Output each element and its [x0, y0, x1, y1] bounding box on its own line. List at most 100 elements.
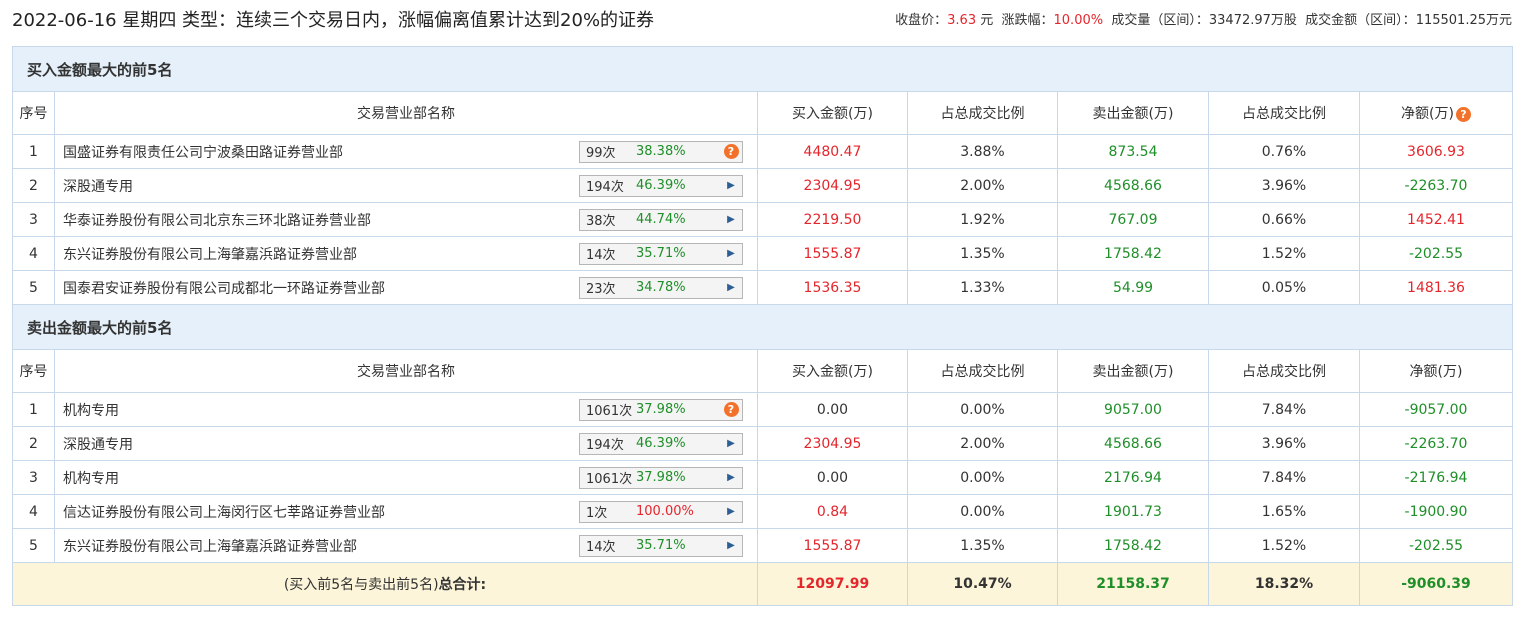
- branch-stats-badge[interactable]: 1061次 37.98% ▶: [579, 466, 743, 489]
- branch-cell-content: 东兴证券股份有限公司上海肇嘉浜路证券营业部 14次 35.71% ▶: [63, 242, 757, 265]
- branch-name[interactable]: 深股通专用: [63, 176, 133, 196]
- branch-cell-content: 华泰证券股份有限公司北京东三环北路证券营业部 38次 44.74% ▶: [63, 208, 757, 231]
- question-icon[interactable]: ?: [1455, 107, 1471, 122]
- table-body: 买入金额最大的前5名 序号 交易营业部名称 买入金额(万) 占总成交比例 卖出金额(万) 占…: [12, 46, 1513, 606]
- total-label-prefix: (买入前5名与卖出前5名): [283, 577, 439, 593]
- amount-value: 115501.25万元: [1415, 13, 1512, 28]
- branch-stats-badge[interactable]: 23次 34.78% ▶: [579, 276, 743, 299]
- buy-amount: 1555.87: [757, 528, 908, 563]
- sell-amount: 4568.66: [1057, 168, 1209, 203]
- table-row: 1 国盛证券有限责任公司宁波桑田路证券营业部 99次 38.38%? 4480.47 3.…: [12, 134, 1513, 169]
- lhb-table: 买入金额最大的前5名 序号 交易营业部名称 买入金额(万) 占总成交比例 卖出金额(万) 占…: [12, 46, 1513, 606]
- section-title-row: 买入金额最大的前5名: [12, 46, 1513, 92]
- column-header-buy-ratio: 占总成交比例: [907, 349, 1058, 393]
- triangle-right-icon[interactable]: ▶: [720, 472, 742, 483]
- volume-label: 成交量（区间）：: [1111, 13, 1209, 28]
- net-amount: -2176.94: [1359, 460, 1513, 495]
- sell-ratio: 1.52%: [1208, 236, 1360, 271]
- branch-stats-badge[interactable]: 14次 35.71% ▶: [579, 534, 743, 557]
- branch-name[interactable]: 东兴证券股份有限公司上海肇嘉浜路证券营业部: [63, 244, 357, 264]
- column-header-row: 序号 交易营业部名称 买入金额(万) 占总成交比例 卖出金额(万) 占总成交比例 净额(万)…: [12, 91, 1513, 135]
- branch-stats-badge[interactable]: 1061次 37.98%?: [579, 398, 743, 421]
- question-icon[interactable]: ?: [723, 402, 739, 417]
- branch-stats-badge[interactable]: 194次 46.39% ▶: [579, 174, 743, 197]
- net-amount: 3606.93: [1359, 134, 1513, 169]
- triangle-right-icon[interactable]: ▶: [720, 540, 742, 551]
- row-seq: 2: [12, 426, 55, 461]
- buy-ratio: 2.00%: [907, 168, 1058, 203]
- triangle-right-icon[interactable]: ▶: [720, 282, 742, 293]
- total-net: -9060.39: [1359, 562, 1513, 606]
- sell-ratio: 1.65%: [1208, 494, 1360, 529]
- total-label-main: 总合计:: [438, 577, 487, 593]
- column-header-seq: 序号: [12, 91, 55, 135]
- win-rate: 37.98%: [636, 402, 686, 417]
- buy-amount: 4480.47: [757, 134, 908, 169]
- buy-amount: 1555.87: [757, 236, 908, 271]
- branch-name[interactable]: 东兴证券股份有限公司上海肇嘉浜路证券营业部: [63, 536, 357, 556]
- volume-value: 33472.97万股: [1208, 13, 1297, 28]
- net-header-label: 净额(万): [1401, 106, 1454, 122]
- section-title: 卖出金额最大的前5名: [12, 304, 1513, 350]
- branch-cell-content: 信达证券股份有限公司上海闵行区七莘路证券营业部 1次 100.00% ▶: [63, 500, 757, 523]
- row-seq: 3: [12, 460, 55, 495]
- net-amount: -202.55: [1359, 236, 1513, 271]
- listing-count: 14次: [586, 540, 616, 555]
- branch-name[interactable]: 国泰君安证券股份有限公司成都北一环路证券营业部: [63, 278, 385, 298]
- column-header-buy: 买入金额(万): [757, 349, 908, 393]
- sell-ratio: 0.66%: [1208, 202, 1360, 237]
- table-row: 5 东兴证券股份有限公司上海肇嘉浜路证券营业部 14次 35.71% ▶ 1555.87 1…: [12, 528, 1513, 563]
- listing-count: 23次: [586, 282, 616, 297]
- help-icon-slot[interactable]: ?: [720, 144, 742, 159]
- buy-amount: 0.00: [757, 392, 908, 427]
- branch-name[interactable]: 机构专用: [63, 468, 119, 488]
- column-header-net: 净额(万)?: [1359, 91, 1513, 135]
- branch-stats-badge[interactable]: 14次 35.71% ▶: [579, 242, 743, 265]
- help-icon-slot[interactable]: ?: [720, 402, 742, 417]
- buy-ratio: 3.88%: [907, 134, 1058, 169]
- row-seq: 1: [12, 392, 55, 427]
- win-rate: 38.38%: [636, 144, 686, 159]
- branch-stats-badge[interactable]: 1次 100.00% ▶: [579, 500, 743, 523]
- row-seq: 5: [12, 528, 55, 563]
- buy-ratio: 0.00%: [907, 392, 1058, 427]
- table-row: 2 深股通专用 194次 46.39% ▶ 2304.95 2.00% 4568.66 3.96…: [12, 426, 1513, 461]
- row-seq: 5: [12, 270, 55, 305]
- table-row: 1 机构专用 1061次 37.98%? 0.00 0.00% 9057.00 7.84% -9…: [12, 392, 1513, 427]
- branch-stats-badge[interactable]: 38次 44.74% ▶: [579, 208, 743, 231]
- section-title: 买入金额最大的前5名: [12, 46, 1513, 92]
- table-row: 5 国泰君安证券股份有限公司成都北一环路证券营业部 23次 34.78% ▶ 1536.3…: [12, 270, 1513, 305]
- total-row: (买入前5名与卖出前5名)总合计: 12097.99 10.47% 21158.37 1…: [12, 562, 1513, 606]
- branch-name[interactable]: 机构专用: [63, 400, 119, 420]
- triangle-right-icon[interactable]: ▶: [720, 214, 742, 225]
- column-header-name: 交易营业部名称: [54, 349, 758, 393]
- branch-stats-badge[interactable]: 194次 46.39% ▶: [579, 432, 743, 455]
- question-icon[interactable]: ?: [723, 144, 739, 159]
- table-row: 2 深股通专用 194次 46.39% ▶ 2304.95 2.00% 4568.66 3.96…: [12, 168, 1513, 203]
- sell-amount: 2176.94: [1057, 460, 1209, 495]
- branch-name[interactable]: 深股通专用: [63, 434, 133, 454]
- branch-cell: 华泰证券股份有限公司北京东三环北路证券营业部 38次 44.74% ▶: [54, 202, 758, 237]
- triangle-right-icon[interactable]: ▶: [720, 438, 742, 449]
- buy-amount: 2304.95: [757, 168, 908, 203]
- row-seq: 3: [12, 202, 55, 237]
- triangle-right-icon[interactable]: ▶: [720, 180, 742, 191]
- sell-ratio: 0.76%: [1208, 134, 1360, 169]
- win-rate: 100.00%: [636, 504, 694, 519]
- triangle-right-icon[interactable]: ▶: [720, 248, 742, 259]
- branch-cell-content: 东兴证券股份有限公司上海肇嘉浜路证券营业部 14次 35.71% ▶: [63, 534, 757, 557]
- net-amount: -2263.70: [1359, 168, 1513, 203]
- branch-name[interactable]: 国盛证券有限责任公司宁波桑田路证券营业部: [63, 142, 343, 162]
- column-header-net: 净额(万): [1359, 349, 1513, 393]
- branch-cell: 信达证券股份有限公司上海闵行区七莘路证券营业部 1次 100.00% ▶: [54, 494, 758, 529]
- branch-name[interactable]: 信达证券股份有限公司上海闵行区七莘路证券营业部: [63, 502, 385, 522]
- triangle-right-icon[interactable]: ▶: [720, 506, 742, 517]
- buy-ratio: 2.00%: [907, 426, 1058, 461]
- buy-amount: 0.00: [757, 460, 908, 495]
- buy-amount: 2219.50: [757, 202, 908, 237]
- sell-amount: 4568.66: [1057, 426, 1209, 461]
- close-label: 收盘价：: [895, 13, 948, 28]
- branch-name[interactable]: 华泰证券股份有限公司北京东三环北路证券营业部: [63, 210, 371, 230]
- branch-cell-content: 国盛证券有限责任公司宁波桑田路证券营业部 99次 38.38%?: [63, 140, 757, 163]
- branch-stats-badge[interactable]: 99次 38.38%?: [579, 140, 743, 163]
